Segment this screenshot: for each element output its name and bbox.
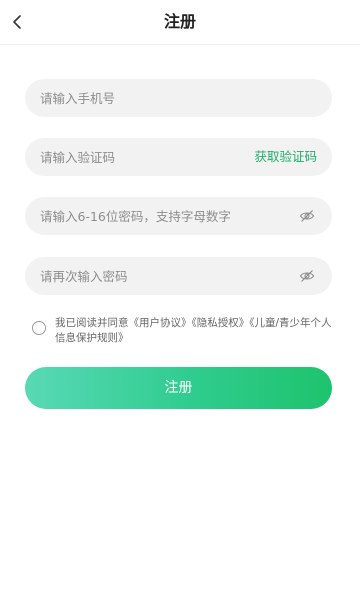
- phone-field: [25, 79, 332, 117]
- password-input[interactable]: [25, 197, 270, 235]
- user-agreement-link[interactable]: 《用户协议》: [129, 317, 192, 329]
- eye-closed-icon[interactable]: [299, 209, 315, 223]
- confirm-password-input[interactable]: [25, 257, 270, 295]
- agreement-prefix: 我已阅读并同意: [55, 317, 129, 329]
- privacy-authorization-link[interactable]: 《隐私授权》: [192, 317, 250, 329]
- agreement-text: 我已阅读并同意《用户协议》《隐私授权》《儿童/青少年个人信息保护规则》: [55, 316, 337, 346]
- header-bar: 注册: [0, 0, 360, 45]
- verification-code-input[interactable]: [25, 138, 270, 176]
- page-title: 注册: [163, 12, 196, 31]
- back-button[interactable]: [6, 8, 34, 36]
- eye-closed-icon[interactable]: [299, 269, 315, 283]
- register-button[interactable]: 注册: [25, 367, 332, 409]
- phone-input[interactable]: [25, 79, 270, 117]
- code-field: 获取验证码: [25, 138, 332, 176]
- password-field: [25, 197, 332, 235]
- chevron-left-icon: [6, 8, 34, 36]
- get-code-button[interactable]: 获取验证码: [254, 138, 317, 176]
- agreement-radio[interactable]: [32, 321, 46, 335]
- confirm-password-field: [25, 257, 332, 295]
